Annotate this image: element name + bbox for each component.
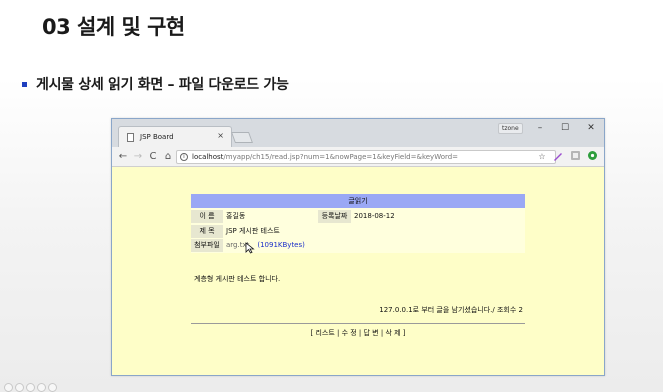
tab-bar: JSP Board × tzone – ☐ ✕	[112, 119, 604, 147]
green-dot-icon[interactable]	[587, 151, 597, 162]
tab-close-icon[interactable]: ×	[217, 131, 224, 140]
post-content: 계층형 게시판 테스트 합니다.	[194, 275, 281, 283]
profile-badge[interactable]: tzone	[498, 123, 523, 134]
attachment-value: arg.txt (1091KBytes)	[226, 239, 305, 252]
name-label: 이 름	[191, 210, 223, 223]
minimize-button[interactable]: –	[533, 122, 547, 134]
document-icon	[127, 132, 134, 142]
info-icon[interactable]: i	[180, 153, 188, 161]
date-value: 2018-08-12	[354, 212, 395, 220]
nav-menu-icon[interactable]	[37, 383, 46, 392]
tab-title: JSP Board	[140, 133, 174, 141]
divider	[191, 323, 525, 324]
bullet-item: 게시물 상세 읽기 화면 – 파일 다운로드 가능	[22, 74, 289, 94]
page-content: 글읽기 이 름 홍길동 등록날짜 2018-08-12 제 목 JSP 게시판 …	[112, 167, 604, 375]
tab-jsp-board[interactable]: JSP Board ×	[118, 126, 232, 147]
bookmark-star-icon[interactable]: ☆	[537, 151, 547, 162]
bullet-text: 게시물 상세 읽기 화면 – 파일 다운로드 가능	[36, 77, 289, 93]
back-button[interactable]: ←	[117, 150, 129, 164]
url-host: localhost	[192, 153, 224, 161]
browser-toolbar: ← → C ⌂ i localhost/myapp/ch15/read.jsp?…	[112, 147, 604, 167]
maximize-button[interactable]: ☐	[558, 122, 572, 134]
mouse-cursor-icon	[245, 242, 255, 254]
nav-zoom-icon[interactable]	[26, 383, 35, 392]
slide-title: 03 설계 및 구현	[42, 15, 185, 39]
new-tab-button[interactable]	[230, 132, 254, 143]
name-value: 홍길동	[226, 212, 246, 220]
nav-prev-icon[interactable]	[4, 383, 13, 392]
extension-icon[interactable]	[570, 151, 580, 162]
pen-icon[interactable]	[553, 151, 563, 162]
nav-edit-icon[interactable]	[15, 383, 24, 392]
slide-nav-controls	[4, 383, 57, 392]
browser-window: JSP Board × tzone – ☐ ✕ ← → C ⌂ i localh…	[111, 118, 605, 376]
post-ip-info: 127.0.0.1로 부터 글을 남기셨습니다./ 조회수 2	[379, 306, 523, 314]
reload-button[interactable]: C	[147, 150, 159, 164]
address-bar[interactable]: i localhost/myapp/ch15/read.jsp?num=1&no…	[176, 150, 556, 164]
nav-next-icon[interactable]	[48, 383, 57, 392]
date-label: 등록날짜	[318, 210, 351, 223]
bullet-square-icon	[22, 81, 27, 87]
subject-label: 제 목	[191, 225, 223, 238]
post-detail-table: 이 름 홍길동 등록날짜 2018-08-12 제 목 JSP 게시판 테스트 …	[191, 208, 525, 253]
home-button[interactable]: ⌂	[162, 150, 174, 164]
subject-value: JSP 게시판 테스트	[226, 227, 280, 235]
forward-button[interactable]: →	[132, 150, 144, 164]
board-header: 글읽기	[191, 194, 525, 208]
attachment-label: 첨부파일	[191, 239, 223, 252]
file-size: (1091KBytes)	[257, 241, 305, 249]
action-links[interactable]: [ 리스트 | 수 정 | 답 변 | 삭 제 ]	[191, 328, 525, 338]
url-path: /myapp/ch15/read.jsp?num=1&nowPage=1&key…	[223, 153, 459, 161]
close-window-button[interactable]: ✕	[584, 122, 598, 134]
